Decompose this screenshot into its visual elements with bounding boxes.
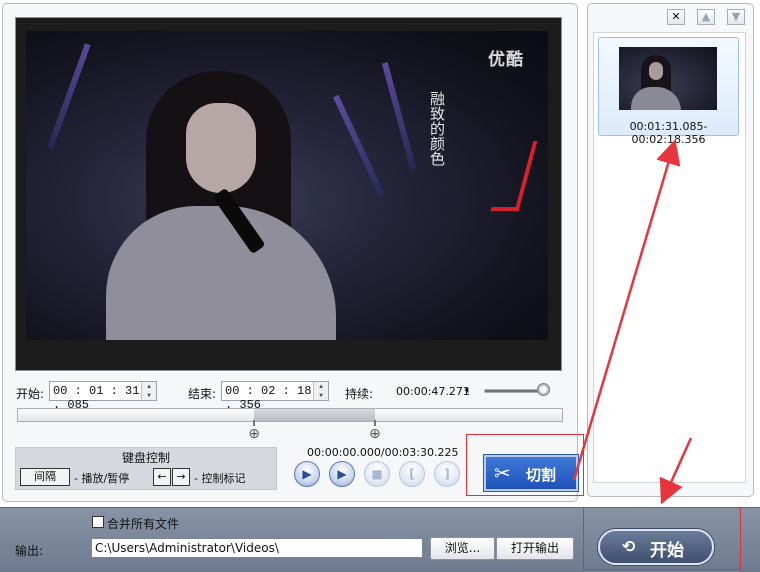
merge-files-label: 合并所有文件 [107, 517, 180, 531]
start-button-label: 开始 [650, 541, 684, 561]
open-output-button[interactable]: 打开输出 [496, 537, 574, 560]
start-button[interactable]: ⟲ 开始 [598, 529, 714, 565]
output-path-field[interactable]: C:\Users\Administrator\Videos\ [91, 538, 423, 558]
annotation-arrows [572, 139, 693, 505]
browse-button[interactable]: 浏览... [430, 537, 495, 560]
output-label: 输出: [15, 544, 44, 558]
merge-files-checkbox[interactable] [92, 516, 104, 528]
arrow-to-clip [572, 139, 681, 481]
arrow-to-start [659, 437, 693, 505]
refresh-icon: ⟲ [622, 537, 636, 556]
